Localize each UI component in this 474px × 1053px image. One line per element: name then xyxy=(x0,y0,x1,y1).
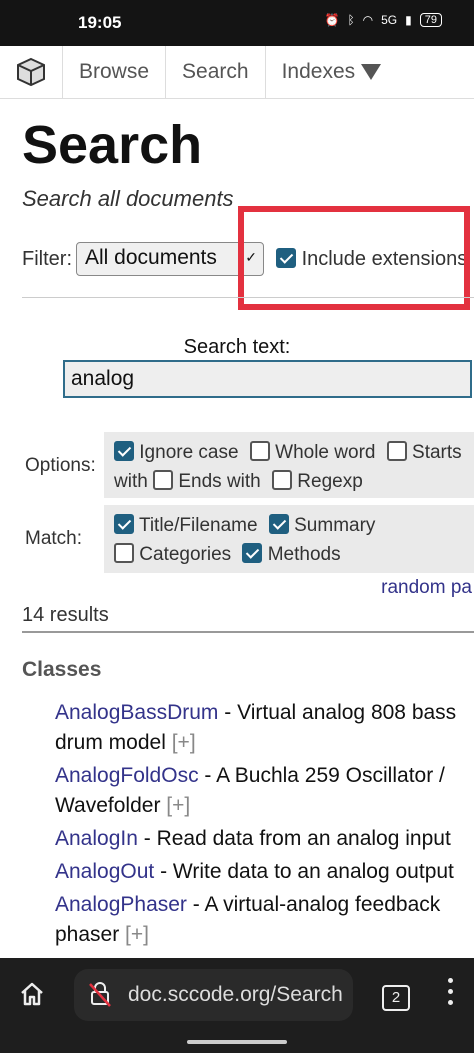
random-page-link[interactable]: random pa xyxy=(381,577,472,599)
result-desc: - Write data to an analog output xyxy=(154,860,454,883)
divider xyxy=(22,631,474,633)
site-nav: Browse Search Indexes xyxy=(0,46,474,99)
filter-label: Filter: xyxy=(22,248,72,270)
match-methods[interactable]: Methods xyxy=(242,542,341,565)
nav-browse[interactable]: Browse xyxy=(63,46,167,98)
option-ignore-case[interactable]: Ignore case xyxy=(114,440,239,463)
match-item-label: Methods xyxy=(267,544,341,565)
site-logo-icon[interactable] xyxy=(0,46,63,98)
option-label: Whole word xyxy=(275,442,376,463)
match-summary[interactable]: Summary xyxy=(268,513,376,536)
status-icons: ⏰ ᛒ ◠ 5G ▮ 79 xyxy=(324,13,442,27)
option-whole-word[interactable]: Whole word xyxy=(249,440,376,463)
result-desc: - Read data from an analog input xyxy=(137,827,451,850)
classes-heading: Classes xyxy=(22,658,102,681)
match-title-filename[interactable]: Title/Filename xyxy=(114,513,258,536)
url-bar[interactable]: doc.sccode.org/Search xyxy=(74,969,353,1021)
starts-with-checkbox[interactable] xyxy=(386,440,407,461)
match-box: Title/Filename Summary Categories Method… xyxy=(104,505,474,573)
option-label: Regexp xyxy=(297,471,363,492)
battery-icon: 79 xyxy=(419,13,442,27)
option-regexp[interactable]: Regexp xyxy=(272,469,363,492)
list-item: AnalogOut - Write data to an analog outp… xyxy=(55,857,474,887)
network-label: 5G xyxy=(381,13,398,27)
nav-search[interactable]: Search xyxy=(166,46,266,98)
result-link[interactable]: AnalogIn xyxy=(55,827,138,850)
match-item-label: Summary xyxy=(294,515,376,536)
whole-word-checkbox[interactable] xyxy=(249,440,270,461)
option-label: Ends with xyxy=(178,471,261,492)
result-link[interactable]: AnalogBassDrum xyxy=(55,701,218,724)
methods-checkbox[interactable] xyxy=(242,542,263,563)
options-label: Options: xyxy=(25,455,96,476)
ignore-case-checkbox[interactable] xyxy=(114,440,134,461)
wifi-icon: ◠ xyxy=(362,13,374,27)
ends-with-checkbox[interactable] xyxy=(153,469,174,490)
home-icon[interactable] xyxy=(18,980,46,1013)
highlight-box xyxy=(238,206,470,310)
url-text: doc.sccode.org/Search xyxy=(128,983,343,1006)
nav-indexes[interactable]: Indexes xyxy=(266,46,398,98)
nav-indexes-label: Indexes xyxy=(281,60,356,83)
options-box: Ignore case Whole word Starts with Ends … xyxy=(104,432,474,498)
tab-count-button[interactable]: 2 xyxy=(382,985,410,1011)
summary-checkbox[interactable] xyxy=(268,513,289,534)
regexp-checkbox[interactable] xyxy=(272,469,293,490)
expand-toggle[interactable]: [+] xyxy=(166,794,190,817)
list-item: AnalogIn - Read data from an analog inpu… xyxy=(55,824,474,854)
categories-checkbox[interactable] xyxy=(114,542,134,563)
match-item-label: Title/Filename xyxy=(138,515,258,536)
search-text-label: Search text: xyxy=(183,336,291,358)
page-title: Search xyxy=(22,115,203,175)
results-count: 14 results xyxy=(22,604,109,626)
dropdown-arrow-icon xyxy=(361,64,382,80)
option-label: Ignore case xyxy=(139,442,239,463)
page-subtitle: Search all documents xyxy=(22,186,234,211)
option-ends-with[interactable]: Ends with xyxy=(153,469,261,492)
list-item: AnalogFoldOsc - A Buchla 259 Oscillator … xyxy=(55,761,474,821)
status-bar: 19:05 ⏰ ᛒ ◠ 5G ▮ 79 xyxy=(0,0,474,46)
list-item: AnalogPhaser - A virtual-analog feedback… xyxy=(55,890,474,950)
alarm-icon: ⏰ xyxy=(324,13,340,27)
search-input[interactable]: analog xyxy=(63,360,472,398)
result-link[interactable]: AnalogOut xyxy=(55,860,154,883)
gesture-handle xyxy=(187,1040,287,1044)
expand-toggle[interactable]: [+] xyxy=(172,731,196,754)
match-label: Match: xyxy=(25,528,83,549)
match-categories[interactable]: Categories xyxy=(114,542,232,565)
signal-icon: ▮ xyxy=(405,13,412,27)
insecure-lock-icon[interactable] xyxy=(86,980,114,1013)
result-link[interactable]: AnalogPhaser xyxy=(55,893,187,916)
match-item-label: Categories xyxy=(139,544,232,565)
more-menu-icon[interactable] xyxy=(448,978,453,1011)
result-link[interactable]: AnalogFoldOsc xyxy=(55,764,199,787)
filter-select[interactable]: All documents ✓ xyxy=(76,242,264,276)
filter-selected-value: All documents xyxy=(85,246,217,269)
results-list: AnalogBassDrum - Virtual analog 808 bass… xyxy=(55,698,474,953)
list-item: AnalogBassDrum - Virtual analog 808 bass… xyxy=(55,698,474,758)
bluetooth-icon: ᛒ xyxy=(347,13,355,27)
expand-toggle[interactable]: [+] xyxy=(125,923,149,946)
title-filename-checkbox[interactable] xyxy=(114,513,134,534)
status-time: 19:05 xyxy=(78,13,122,32)
divider xyxy=(22,297,474,298)
